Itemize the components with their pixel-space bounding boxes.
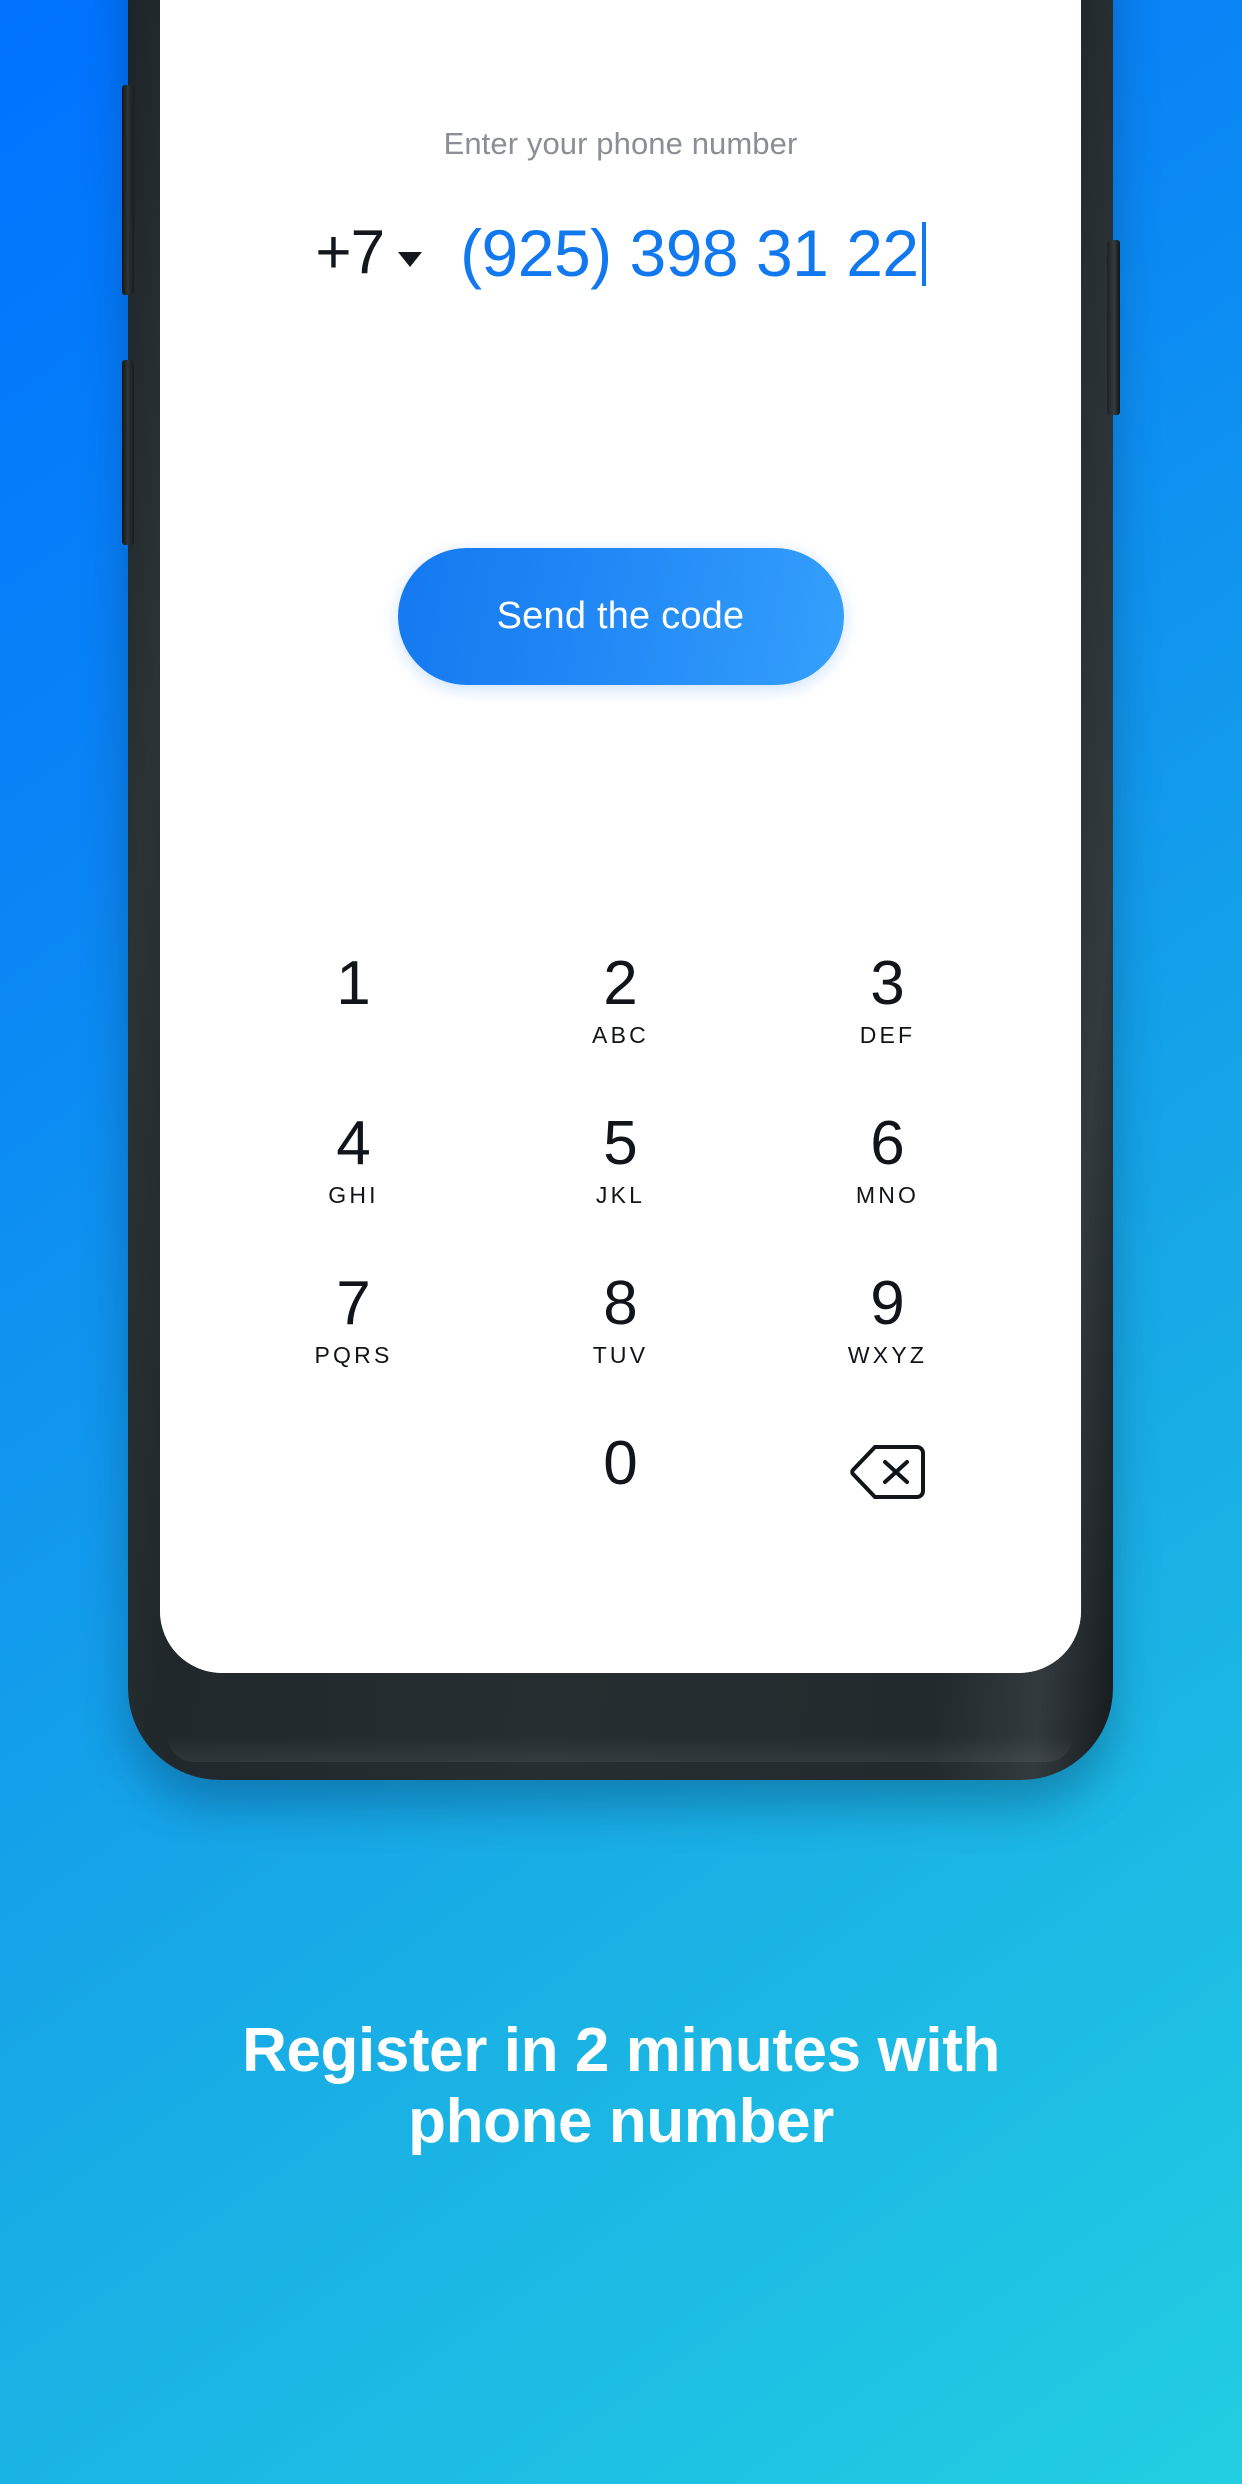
keypad-letters: PQRS <box>314 1341 393 1368</box>
keypad-letters: WXYZ <box>847 1341 928 1368</box>
keypad-letters: GHI <box>328 1181 379 1208</box>
promo-caption-line-2: phone number <box>408 2086 834 2156</box>
keypad-key-3[interactable]: 3 DEF <box>754 945 1021 1105</box>
keypad-key-6[interactable]: 6 MNO <box>754 1105 1021 1265</box>
phone-number-field[interactable]: (925) 398 31 22 <box>460 220 926 286</box>
backspace-icon <box>849 1445 925 1499</box>
keypad-letters: ABC <box>592 1021 649 1048</box>
power-button[interactable] <box>1107 240 1120 415</box>
phone-number-value: (925) 398 31 22 <box>460 216 919 290</box>
promo-screenshot: Enter your phone number +7 (925) 398 31 … <box>0 0 1242 2484</box>
keypad-letters: MNO <box>855 1181 920 1208</box>
keypad-key-2[interactable]: 2 ABC <box>487 945 754 1105</box>
chevron-down-icon <box>398 251 423 267</box>
volume-up-button[interactable] <box>122 85 134 295</box>
keypad-digit: 3 <box>870 949 905 1018</box>
phone-screen: Enter your phone number +7 (925) 398 31 … <box>160 0 1081 1673</box>
country-code-value: +7 <box>315 218 385 287</box>
keypad-digit: 7 <box>336 1269 371 1338</box>
country-code-selector[interactable]: +7 <box>315 218 423 287</box>
keypad-digit: 6 <box>870 1109 905 1178</box>
keypad-letters: TUV <box>592 1341 649 1368</box>
keypad-digit: 1 <box>336 949 371 1018</box>
keypad-digit: 0 <box>603 1429 638 1498</box>
keypad-key-4[interactable]: 4 GHI <box>220 1105 487 1265</box>
keypad-key-7[interactable]: 7 PQRS <box>220 1265 487 1425</box>
keypad-digit: 2 <box>603 949 638 1018</box>
text-cursor <box>921 222 926 286</box>
keypad-key-5[interactable]: 5 JKL <box>487 1105 754 1265</box>
keypad-digit: 4 <box>336 1109 371 1178</box>
numeric-keypad: 1 2 ABC 3 DEF 4 GHI 5 JKL 6 MNO 7 PQRS 8… <box>220 945 1021 1585</box>
keypad-digit: 8 <box>603 1269 638 1338</box>
phone-number-input-row: +7 (925) 398 31 22 <box>160 198 1081 308</box>
phone-number-hint-label: Enter your phone number <box>443 126 798 161</box>
send-the-code-button[interactable]: Send the code <box>397 548 844 685</box>
phone-chin-highlight <box>168 1736 1073 1762</box>
keypad-digit: 9 <box>870 1269 905 1338</box>
phone-device-mockup: Enter your phone number +7 (925) 398 31 … <box>122 0 1120 1780</box>
keypad-letters: JKL <box>595 1181 646 1208</box>
keypad-key-1[interactable]: 1 <box>220 945 487 1105</box>
keypad-key-9[interactable]: 9 WXYZ <box>754 1265 1021 1425</box>
keypad-key-8[interactable]: 8 TUV <box>487 1265 754 1425</box>
keypad-key-star-placeholder <box>220 1425 487 1585</box>
keypad-digit: 5 <box>603 1109 638 1178</box>
keypad-key-0[interactable]: 0 <box>487 1425 754 1585</box>
phone-registration-app: Enter your phone number +7 (925) 398 31 … <box>160 0 1081 1673</box>
promo-caption-line-1: Register in 2 minutes with <box>242 2016 1000 2085</box>
keypad-backspace-button[interactable] <box>754 1425 1021 1585</box>
volume-down-button[interactable] <box>122 360 134 545</box>
keypad-letters: DEF <box>859 1021 916 1048</box>
promo-caption: Register in 2 minutes with phone number <box>0 2016 1242 2157</box>
